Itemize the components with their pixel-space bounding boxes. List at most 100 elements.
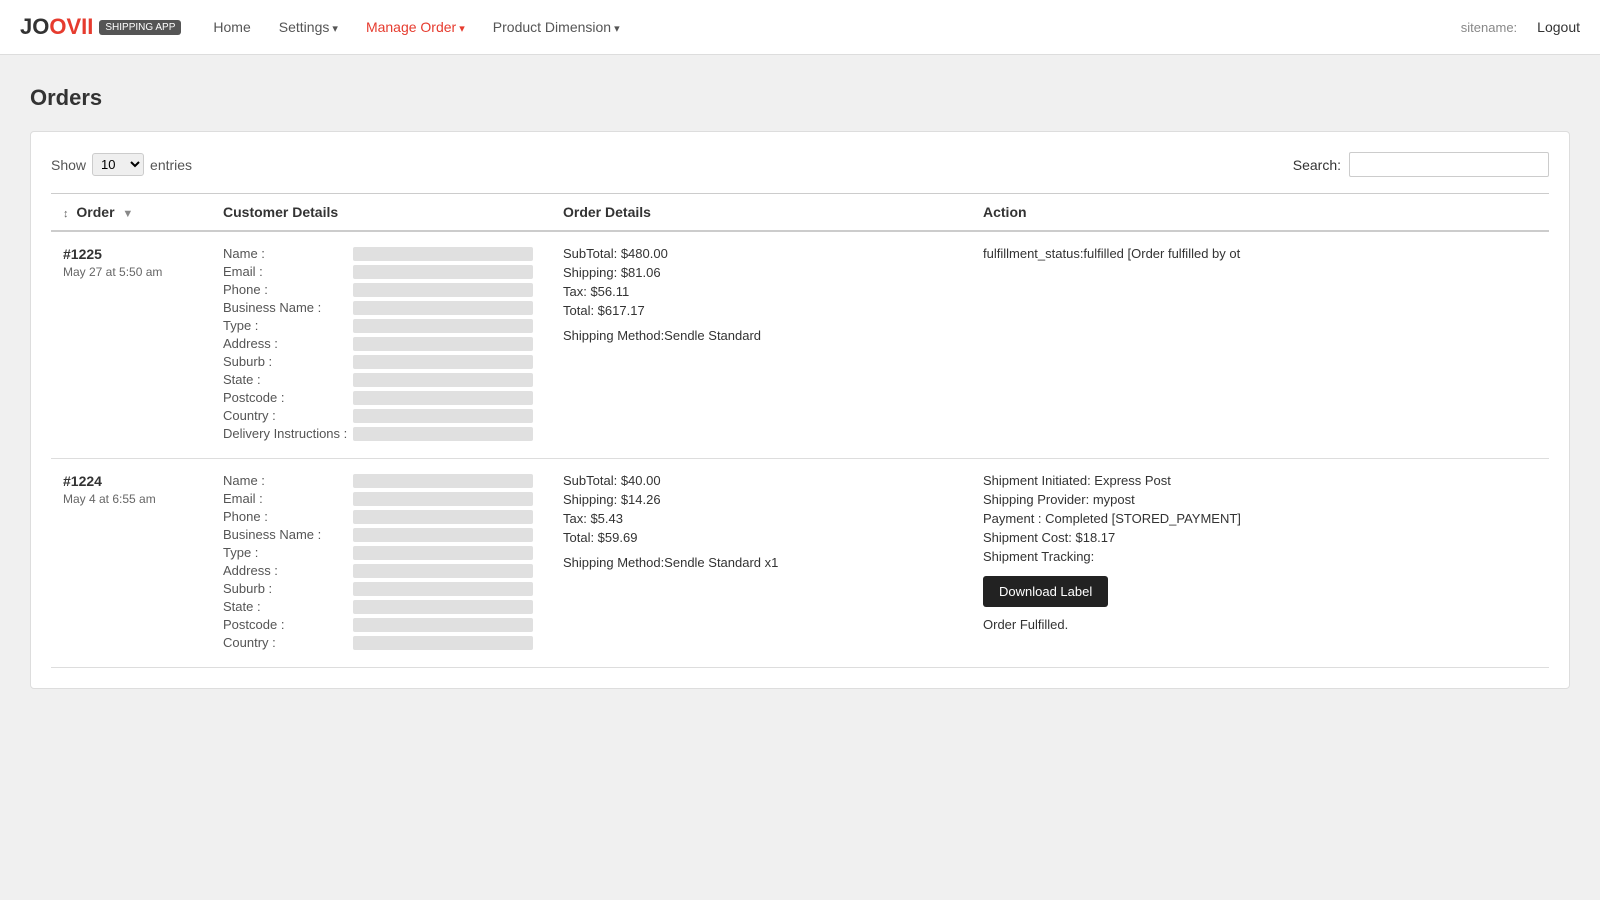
order-cell: #1224 May 4 at 6:55 am xyxy=(51,459,211,668)
orders-table: ↕ Order ▼ Customer Details Order Details… xyxy=(51,193,1549,668)
field-value-bar xyxy=(353,427,533,441)
field-value-bar xyxy=(353,319,533,333)
field-label: State : xyxy=(223,599,353,614)
orders-card: Show 10 25 50 100 entries Search: ↕ xyxy=(30,131,1570,689)
field-label: Business Name : xyxy=(223,300,353,315)
action-detail-line: Shipment Initiated: Express Post xyxy=(983,473,1537,488)
action-detail-line: Shipping Provider: mypost xyxy=(983,492,1537,507)
customer-field: Name : xyxy=(223,246,539,261)
customer-field: Postcode : xyxy=(223,617,539,632)
action-detail-line: Shipment Cost: $18.17 xyxy=(983,530,1537,545)
field-label: Email : xyxy=(223,264,353,279)
search-input[interactable] xyxy=(1349,152,1549,177)
order-fulfilled-text: Order Fulfilled. xyxy=(983,617,1537,632)
show-label: Show xyxy=(51,157,86,173)
customer-field: Country : xyxy=(223,635,539,650)
customer-field: Suburb : xyxy=(223,581,539,596)
field-label: Type : xyxy=(223,318,353,333)
field-label: Email : xyxy=(223,491,353,506)
field-value-bar xyxy=(353,492,533,506)
field-value-bar xyxy=(353,474,533,488)
field-value-bar xyxy=(353,409,533,423)
order-detail-line: Shipping: $81.06 xyxy=(563,265,959,280)
order-number: #1224 xyxy=(63,473,199,489)
order-detail-line: Total: $59.69 xyxy=(563,530,959,545)
field-label: Name : xyxy=(223,473,353,488)
table-header-row: ↕ Order ▼ Customer Details Order Details… xyxy=(51,194,1549,232)
customer-field: State : xyxy=(223,599,539,614)
field-label: Address : xyxy=(223,336,353,351)
field-value-bar xyxy=(353,301,533,315)
field-label: Name : xyxy=(223,246,353,261)
customer-field: Type : xyxy=(223,545,539,560)
order-details-cell: SubTotal: $480.00Shipping: $81.06Tax: $5… xyxy=(551,231,971,459)
customer-field: Business Name : xyxy=(223,527,539,542)
field-value-bar xyxy=(353,618,533,632)
order-date: May 27 at 5:50 am xyxy=(63,265,199,279)
show-entries: Show 10 25 50 100 entries xyxy=(51,153,192,176)
field-value-bar xyxy=(353,355,533,369)
nav-product-dimension[interactable]: Product Dimension xyxy=(481,13,632,41)
search-area: Search: xyxy=(1293,152,1549,177)
order-detail-line: SubTotal: $40.00 xyxy=(563,473,959,488)
order-date: May 4 at 6:55 am xyxy=(63,492,199,506)
customer-field: Country : xyxy=(223,408,539,423)
page-content: Orders Show 10 25 50 100 entries Search: xyxy=(0,55,1600,719)
customer-field: State : xyxy=(223,372,539,387)
customer-field: Email : xyxy=(223,491,539,506)
customer-field: Name : xyxy=(223,473,539,488)
order-detail-line: Total: $617.17 xyxy=(563,303,959,318)
entries-label: entries xyxy=(150,157,192,173)
field-value-bar xyxy=(353,283,533,297)
customer-field: Address : xyxy=(223,336,539,351)
nav-right: sitename: Logout xyxy=(1461,19,1580,35)
field-value-bar xyxy=(353,391,533,405)
logo: JOOVII xyxy=(20,14,93,40)
order-detail-line: Shipping Method:Sendle Standard xyxy=(563,328,959,343)
logo-highlight: OVII xyxy=(49,14,93,39)
table-row: #1225 May 27 at 5:50 am Name : Email : Pho… xyxy=(51,231,1549,459)
customer-field: Phone : xyxy=(223,509,539,524)
nav-links: Home Settings Manage Order Product Dimen… xyxy=(201,13,1460,41)
customer-field: Type : xyxy=(223,318,539,333)
col-header-order-details: Order Details xyxy=(551,194,971,232)
field-value-bar xyxy=(353,600,533,614)
entries-select[interactable]: 10 25 50 100 xyxy=(92,153,144,176)
nav-manage-order[interactable]: Manage Order xyxy=(354,13,477,41)
col-header-customer: Customer Details xyxy=(211,194,551,232)
sort-icon: ↕ xyxy=(63,208,69,220)
action-detail-line: Payment : Completed [STORED_PAYMENT] xyxy=(983,511,1537,526)
field-label: Type : xyxy=(223,545,353,560)
field-value-bar xyxy=(353,546,533,560)
table-row: #1224 May 4 at 6:55 am Name : Email : Phon… xyxy=(51,459,1549,668)
filter-icon: ▼ xyxy=(122,208,133,220)
table-controls: Show 10 25 50 100 entries Search: xyxy=(51,152,1549,177)
field-value-bar xyxy=(353,564,533,578)
field-value-bar xyxy=(353,265,533,279)
sitename-label: sitename: xyxy=(1461,20,1517,35)
field-label: Delivery Instructions : xyxy=(223,426,353,441)
customer-field: Postcode : xyxy=(223,390,539,405)
order-detail-line: Shipping Method:Sendle Standard x1 xyxy=(563,555,959,570)
order-number: #1225 xyxy=(63,246,199,262)
download-label-button[interactable]: Download Label xyxy=(983,576,1108,607)
field-value-bar xyxy=(353,337,533,351)
action-text: fulfillment_status:fulfilled [Order fulf… xyxy=(983,246,1537,261)
search-label: Search: xyxy=(1293,157,1341,173)
col-header-order[interactable]: ↕ Order ▼ xyxy=(51,194,211,232)
nav-home[interactable]: Home xyxy=(201,13,262,41)
nav-settings[interactable]: Settings xyxy=(267,13,350,41)
field-value-bar xyxy=(353,510,533,524)
field-label: Phone : xyxy=(223,282,353,297)
customer-field: Business Name : xyxy=(223,300,539,315)
customer-field: Delivery Instructions : xyxy=(223,426,539,441)
field-label: Country : xyxy=(223,635,353,650)
brand: JOOVII SHIPPING APP xyxy=(20,14,181,40)
customer-field: Email : xyxy=(223,264,539,279)
field-label: Postcode : xyxy=(223,390,353,405)
action-cell: Shipment Initiated: Express Post Shipping… xyxy=(971,459,1549,668)
action-cell: fulfillment_status:fulfilled [Order fulf… xyxy=(971,231,1549,459)
customer-details-cell: Name : Email : Phone : Business Name : Type … xyxy=(211,459,551,668)
logout-link[interactable]: Logout xyxy=(1537,19,1580,35)
field-value-bar xyxy=(353,528,533,542)
